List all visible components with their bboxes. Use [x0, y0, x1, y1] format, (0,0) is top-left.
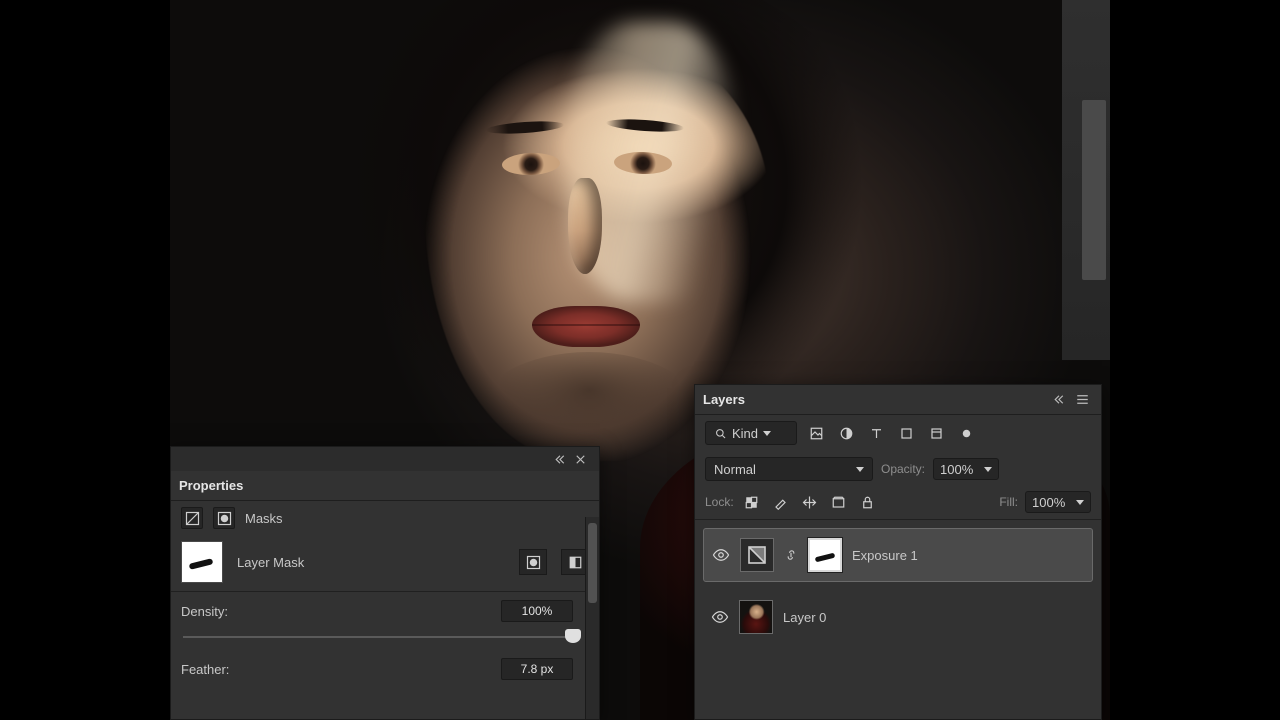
layers-panel: Layers Kind Normal Opacity: [694, 384, 1102, 720]
filter-smartobject-icon[interactable] [925, 422, 947, 444]
lock-all-icon[interactable] [857, 491, 879, 513]
filter-type-icon[interactable] [865, 422, 887, 444]
lock-transparency-icon[interactable] [741, 491, 763, 513]
portrait-lips [532, 306, 640, 347]
lock-artboard-icon[interactable] [828, 491, 850, 513]
mask-type-row: Layer Mask [171, 535, 599, 589]
density-label: Density: [181, 604, 228, 619]
panel-close-icon[interactable] [569, 448, 591, 470]
filter-toggle-icon[interactable] [955, 422, 977, 444]
properties-panel-title: Properties [179, 478, 243, 493]
lock-pixels-icon[interactable] [770, 491, 792, 513]
blend-mode-value: Normal [714, 462, 756, 477]
portrait-nose [568, 178, 602, 274]
properties-scrollbar[interactable] [585, 517, 599, 719]
properties-section-label: Masks [245, 511, 283, 526]
density-input[interactable]: 100% [501, 600, 573, 622]
layer-filter-kind-dropdown[interactable]: Kind [705, 421, 797, 445]
canvas-right-gutter [1062, 0, 1110, 360]
pixel-mask-button-icon[interactable] [519, 549, 547, 575]
layer-mask-thumbnail[interactable] [808, 538, 842, 572]
mask-link-icon[interactable] [784, 548, 798, 562]
layer-list: Exposure 1 Layer 0 [695, 522, 1101, 650]
panel-collapse-icon[interactable] [547, 448, 569, 470]
layer-thumbnail[interactable] [739, 600, 773, 634]
opacity-input[interactable]: 100% [933, 458, 999, 480]
layer-row-exposure[interactable]: Exposure 1 [703, 528, 1093, 582]
fill-input[interactable]: 100% [1025, 491, 1091, 513]
density-row: Density: 100% [171, 594, 599, 628]
letterbox-right [1110, 0, 1280, 720]
layer-filter-kind-label: Kind [732, 426, 758, 441]
mask-preview-thumbnail[interactable] [181, 541, 223, 583]
feather-input[interactable]: 7.8 px [501, 658, 573, 680]
layers-panel-title: Layers [703, 392, 745, 407]
fill-label: Fill: [999, 495, 1018, 509]
lock-position-icon[interactable] [799, 491, 821, 513]
lock-label: Lock: [705, 495, 734, 509]
chevron-down-icon [763, 431, 771, 436]
adjustment-thumbnail-icon[interactable] [740, 538, 774, 572]
adjustment-tab-icon[interactable] [181, 507, 203, 529]
layer-row-base[interactable]: Layer 0 [703, 590, 1093, 644]
masks-tab-icon[interactable] [213, 507, 235, 529]
density-slider[interactable] [183, 628, 573, 646]
layers-filter-row: Kind [695, 415, 1101, 451]
feather-label: Feather: [181, 662, 229, 677]
filter-pixel-icon[interactable] [805, 422, 827, 444]
opacity-value: 100% [940, 462, 973, 477]
chevron-down-icon [984, 467, 992, 472]
layers-blend-row: Normal Opacity: 100% [695, 451, 1101, 487]
properties-section-row: Masks [171, 501, 599, 535]
fill-value: 100% [1032, 495, 1065, 510]
panel-menu-icon[interactable] [1071, 389, 1093, 411]
filter-adjustment-icon[interactable] [835, 422, 857, 444]
layer-name[interactable]: Layer 0 [783, 610, 826, 625]
visibility-toggle-icon[interactable] [711, 608, 729, 626]
layers-panel-header[interactable]: Layers [695, 385, 1101, 415]
properties-panel-header[interactable]: Properties [171, 471, 599, 501]
chevron-down-icon [1076, 500, 1084, 505]
visibility-toggle-icon[interactable] [712, 546, 730, 564]
mask-type-label: Layer Mask [237, 555, 304, 570]
properties-panel: Properties Masks Layer Mask Density: 100… [170, 446, 600, 720]
letterbox-left [0, 0, 170, 720]
canvas-scrollbar[interactable] [1082, 100, 1106, 280]
chevron-down-icon [856, 467, 864, 472]
opacity-label: Opacity: [881, 462, 925, 476]
layers-lock-row: Lock: Fill: 100% [695, 487, 1101, 517]
filter-shape-icon[interactable] [895, 422, 917, 444]
layer-name[interactable]: Exposure 1 [852, 548, 918, 563]
panel-collapse-icon[interactable] [1049, 389, 1071, 411]
blend-mode-dropdown[interactable]: Normal [705, 457, 873, 481]
feather-row: Feather: 7.8 px [171, 652, 599, 686]
